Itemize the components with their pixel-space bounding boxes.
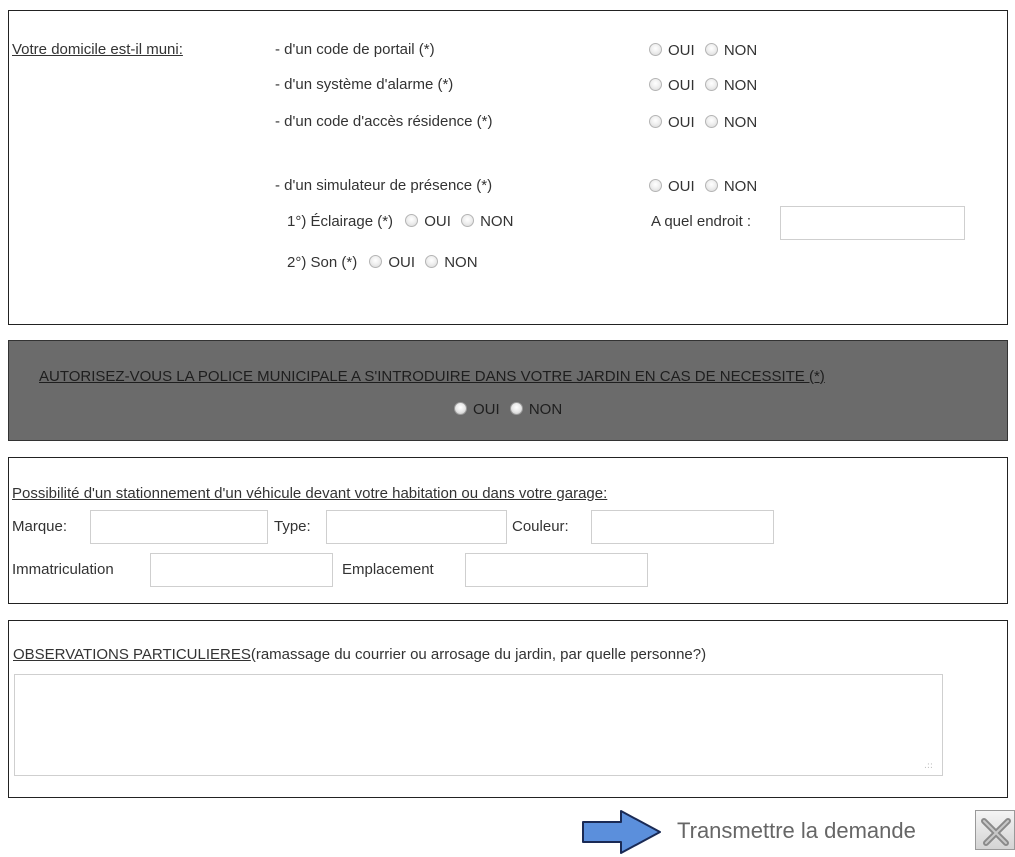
presence-simulator-options: OUI NON <box>649 178 763 195</box>
lighting-no[interactable]: NON <box>461 213 513 230</box>
presence-simulator-label: - d'un simulateur de présence (*) <box>275 177 493 194</box>
radio-icon[interactable] <box>405 214 419 227</box>
presence-simulator-yes[interactable]: OUI <box>649 178 695 195</box>
marque-input[interactable] <box>90 510 268 544</box>
observations-heading: OBSERVATIONS PARTICULIERES(ramassage du … <box>13 646 706 663</box>
marque-label: Marque: <box>12 518 68 535</box>
residence-code-options: OUI NON <box>649 114 763 131</box>
radio-icon[interactable] <box>454 402 467 415</box>
portal-code-options: OUI NON <box>649 42 763 59</box>
alarm-options: OUI NON <box>649 77 763 94</box>
observations-title: OBSERVATIONS PARTICULIERES <box>13 646 251 663</box>
radio-icon[interactable] <box>704 179 718 192</box>
residence-code-yes[interactable]: OUI <box>649 114 695 131</box>
radio-icon[interactable] <box>509 402 523 415</box>
couleur-input[interactable] <box>591 510 774 544</box>
sound-row: 2°) Son (*) OUI NON <box>287 254 484 271</box>
lighting-row: 1°) Éclairage (*) OUI NON <box>287 213 519 230</box>
residence-code-no[interactable]: NON <box>704 114 757 131</box>
right-arrow-icon <box>582 810 661 854</box>
submit-button[interactable] <box>975 810 1015 850</box>
location-label: A quel endroit : <box>651 213 752 230</box>
radio-icon[interactable] <box>704 115 718 128</box>
radio-icon[interactable] <box>369 255 383 268</box>
portal-code-yes[interactable]: OUI <box>649 42 695 59</box>
radio-icon[interactable] <box>704 78 718 91</box>
couleur-label: Couleur: <box>512 518 569 535</box>
vehicle-title: Possibilité d'un stationnement d'un véhi… <box>12 485 608 502</box>
submit-label[interactable]: Transmettre la demande <box>677 818 916 844</box>
alarm-no[interactable]: NON <box>704 77 757 94</box>
radio-icon[interactable] <box>649 179 662 192</box>
sound-yes[interactable]: OUI <box>369 254 415 271</box>
observations-subtitle: (ramassage du courrier ou arrosage du ja… <box>250 646 707 663</box>
radio-icon[interactable] <box>649 78 662 91</box>
residence-code-label: - d'un code d'accès résidence (*) <box>275 113 493 130</box>
sound-no[interactable]: NON <box>425 254 478 271</box>
immatriculation-input[interactable] <box>150 553 333 587</box>
alarm-yes[interactable]: OUI <box>649 77 695 94</box>
type-label: Type: <box>274 518 311 535</box>
police-authorization-band: AUTORISEZ-VOUS LA POLICE MUNICIPALE A S'… <box>8 340 1008 441</box>
equipment-label: Votre domicile est-il muni: <box>12 41 183 58</box>
alarm-label: - d'un système d'alarme (*) <box>275 76 454 93</box>
tools-icon <box>981 818 1011 846</box>
emplacement-input[interactable] <box>465 553 648 587</box>
portal-code-label: - d'un code de portail (*) <box>275 41 435 58</box>
police-options: OUI NON <box>454 401 568 418</box>
radio-icon[interactable] <box>649 115 662 128</box>
radio-icon[interactable] <box>461 214 475 227</box>
police-no[interactable]: NON <box>509 401 562 418</box>
emplacement-label: Emplacement <box>342 561 434 578</box>
type-input[interactable] <box>326 510 507 544</box>
observations-textarea[interactable] <box>14 674 943 776</box>
location-input[interactable] <box>780 206 965 240</box>
portal-code-no[interactable]: NON <box>704 42 757 59</box>
immatriculation-label: Immatriculation <box>12 561 114 578</box>
radio-icon[interactable] <box>649 43 662 56</box>
radio-icon[interactable] <box>425 255 439 268</box>
vehicle-section: Possibilité d'un stationnement d'un véhi… <box>8 457 1008 604</box>
lighting-yes[interactable]: OUI <box>405 213 451 230</box>
police-yes[interactable]: OUI <box>454 401 500 418</box>
resize-grip-icon[interactable]: .:: <box>924 762 933 771</box>
radio-icon[interactable] <box>704 43 718 56</box>
presence-simulator-no[interactable]: NON <box>704 178 757 195</box>
observations-section: OBSERVATIONS PARTICULIERES(ramassage du … <box>8 620 1008 798</box>
sound-label: 2°) Son (*) <box>287 254 358 271</box>
equipment-section: Votre domicile est-il muni: - d'un code … <box>8 10 1008 325</box>
police-question: AUTORISEZ-VOUS LA POLICE MUNICIPALE A S'… <box>39 368 825 385</box>
lighting-label: 1°) Éclairage (*) <box>287 213 394 230</box>
